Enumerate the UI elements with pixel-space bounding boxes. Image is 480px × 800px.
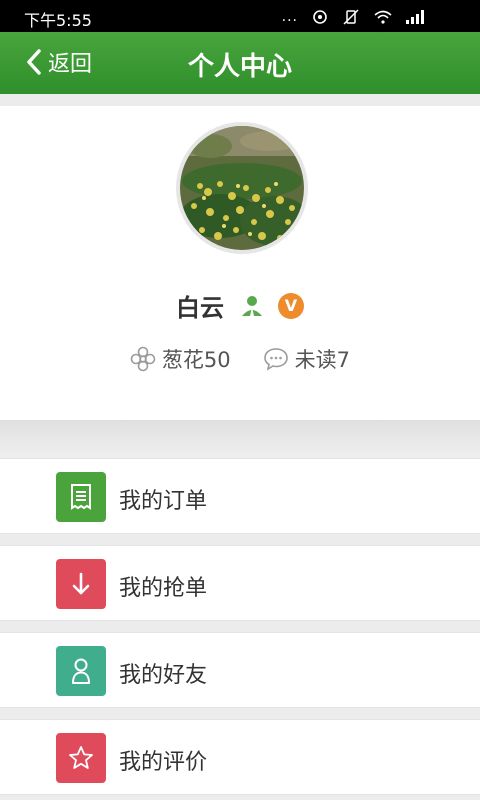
vip-badge: V bbox=[278, 292, 304, 319]
app-bar: 返回 个人中心 bbox=[0, 32, 480, 94]
section-divider bbox=[0, 420, 480, 458]
vibrate-off-icon bbox=[343, 9, 359, 25]
verified-person-icon bbox=[242, 295, 262, 316]
chevron-left-icon bbox=[27, 49, 41, 75]
avatar[interactable] bbox=[176, 122, 308, 254]
unread-stat[interactable]: 未读7 bbox=[263, 344, 350, 374]
menu-icon-reviews bbox=[56, 733, 106, 783]
menu-icon-friends bbox=[56, 646, 106, 696]
menu-icon-orders bbox=[56, 472, 106, 522]
avatar-image bbox=[180, 126, 304, 250]
arrow-down-icon bbox=[72, 572, 90, 595]
menu-item-reviews[interactable]: 我的评价 bbox=[0, 719, 480, 795]
menu-label-friends: 我的好友 bbox=[119, 663, 208, 688]
stats-row: 葱花50 未读7 bbox=[0, 344, 480, 374]
status-icons: ... bbox=[282, 9, 424, 25]
menu-label-reviews: 我的评价 bbox=[119, 750, 208, 775]
flower-icon bbox=[130, 346, 156, 372]
back-label: 返回 bbox=[48, 52, 93, 77]
signal-icon bbox=[406, 10, 424, 24]
menu-item-friends[interactable]: 我的好友 bbox=[0, 632, 480, 708]
points-stat[interactable]: 葱花50 bbox=[130, 344, 231, 374]
points-label: 葱花50 bbox=[161, 348, 231, 372]
name-row: 白云 V bbox=[0, 288, 480, 323]
menu-item-orders[interactable]: 我的订单 bbox=[0, 458, 480, 534]
chat-bubble-icon bbox=[263, 348, 288, 371]
user-name: 白云 bbox=[176, 294, 224, 322]
sync-icon bbox=[313, 10, 327, 24]
wifi-icon bbox=[374, 10, 392, 24]
person-outline-icon bbox=[72, 658, 90, 684]
back-button[interactable]: 返回 bbox=[26, 46, 92, 78]
status-bar: 下午5:55 ... bbox=[0, 0, 480, 32]
receipt-icon bbox=[71, 484, 91, 510]
star-outline-icon bbox=[69, 746, 93, 769]
more-dots: ... bbox=[281, 9, 298, 25]
status-time: 下午5:55 bbox=[24, 11, 92, 30]
menu-item-grab-orders[interactable]: 我的抢单 bbox=[0, 545, 480, 621]
menu-label-orders: 我的订单 bbox=[119, 489, 208, 514]
unread-label: 未读7 bbox=[294, 348, 351, 372]
vip-badge-label: V bbox=[284, 296, 298, 315]
menu-label-grab-orders: 我的抢单 bbox=[119, 576, 208, 601]
menu-icon-grab-orders bbox=[56, 559, 106, 609]
profile-card: 白云 V 葱花50 未读7 bbox=[0, 106, 480, 420]
